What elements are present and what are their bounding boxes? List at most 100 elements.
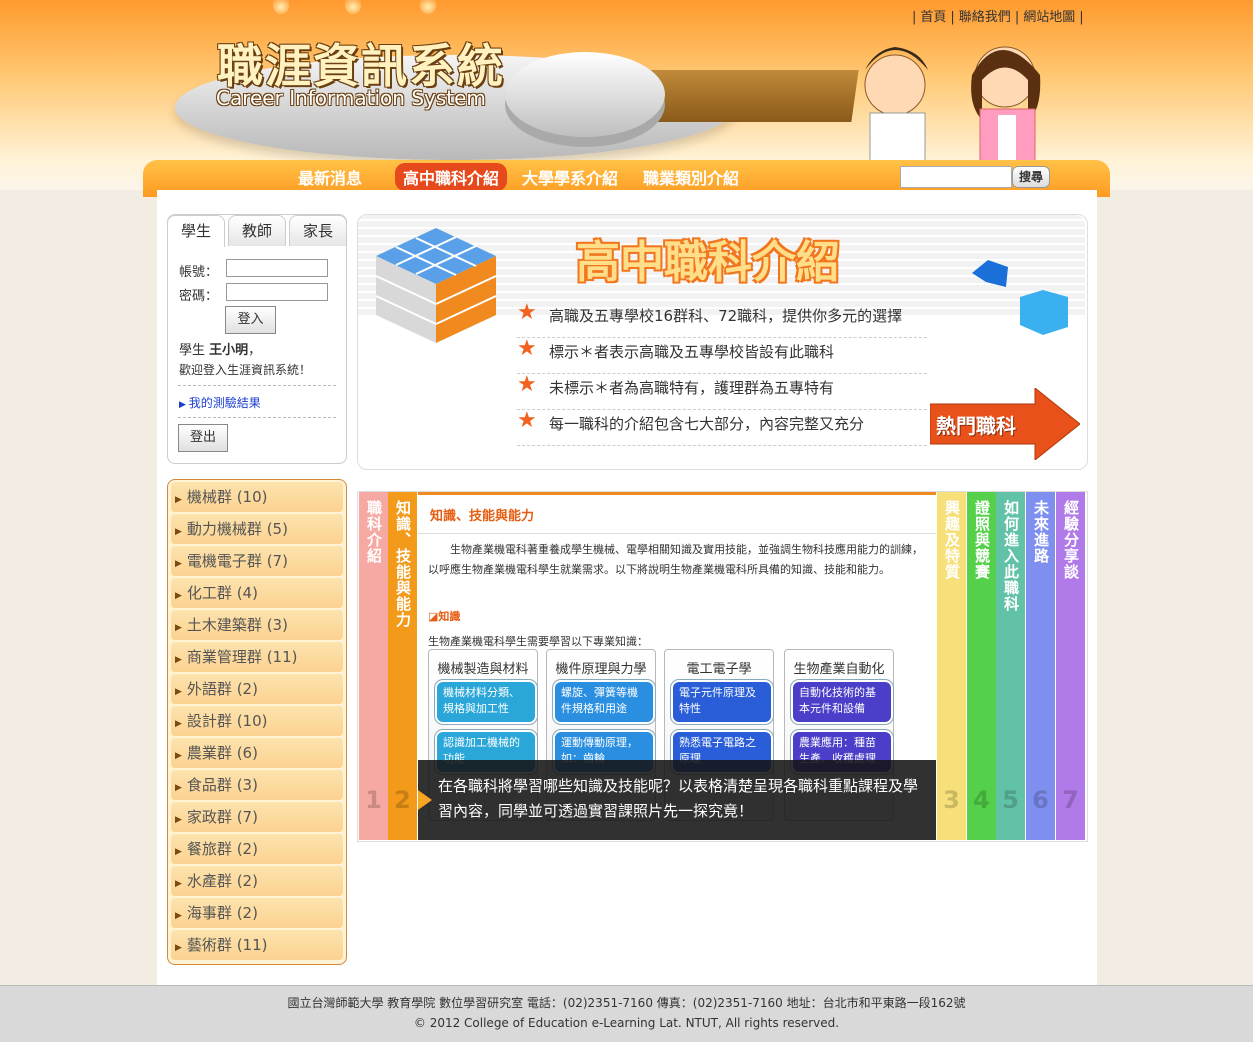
caption-text: 在各職科將學習哪些知識及技能呢？以表格清楚呈現各職科重點課程及學習內容，同學並可… (438, 777, 919, 820)
test-results-link[interactable]: ▶ 我的測驗結果 (179, 394, 261, 411)
footer-contact: 國立台灣師範大學 教育學院 數位學習研究室 電話：(02)2351-7160 傳… (287, 996, 966, 1010)
category-item[interactable]: ▶ 設計群 (10) (171, 706, 343, 736)
nav-university[interactable]: 大學學系介紹 (514, 163, 626, 191)
star-icon: ★ (517, 300, 537, 325)
panel-tab-5[interactable]: 如何進入此職科 5 (996, 492, 1025, 840)
banner-line: ★ 每一職科的介紹包含七大部分，內容完整又充分 (517, 408, 927, 446)
column-title: 機械製造與材料 (437, 662, 529, 677)
nav-highschool[interactable]: 高中職科介紹 (395, 163, 508, 191)
password-input[interactable] (226, 283, 328, 301)
account-label: 帳號： (179, 265, 219, 280)
logout-button[interactable]: 登出 (178, 424, 228, 452)
category-item[interactable]: ▶ 商業管理群 (11) (171, 642, 343, 672)
category-label: 藝術群 (11) (186, 936, 268, 954)
category-label: 商業管理群 (11) (186, 648, 298, 666)
category-label: 電機電子群 (7) (186, 552, 288, 570)
category-label: 化工群 (4) (186, 584, 258, 602)
tab-teacher[interactable]: 教師 (228, 215, 286, 246)
knowledge-item: 電子元件原理及特性 (673, 682, 771, 722)
nav-news[interactable]: 最新消息 (290, 163, 370, 191)
triangle-right-icon: ▶ (175, 655, 182, 665)
panel-tab-1[interactable]: 職科介紹 1 (359, 492, 388, 840)
search-button[interactable]: 搜尋 (1012, 166, 1050, 188)
footer: 國立台灣師範大學 教育學院 數位學習研究室 電話：(02)2351-7160 傳… (0, 985, 1253, 1042)
hot-occupations-button[interactable]: 熱門職科 (929, 386, 1081, 462)
panel-tab-number: 6 (1032, 786, 1049, 814)
triangle-right-icon: ▶ (175, 751, 182, 761)
greeting-line1: 學生 王小明， (179, 343, 262, 358)
small-cubes-icon (972, 260, 1068, 335)
category-item[interactable]: ▶ 藝術群 (11) (171, 930, 343, 960)
login-button[interactable]: 登入 (225, 306, 276, 334)
category-item[interactable]: ▶ 農業群 (6) (171, 738, 343, 768)
category-label: 食品群 (3) (186, 776, 258, 794)
triangle-right-icon: ▶ (175, 687, 182, 697)
category-label: 外語群 (2) (186, 680, 258, 698)
section-title: 知識、技能與能力 (430, 509, 535, 524)
category-label: 水產群 (2) (186, 872, 258, 890)
sitemap-link[interactable]: 網站地圖 (1023, 10, 1075, 25)
knowledge-heading: ◪知識 (428, 610, 461, 623)
category-label: 餐旅群 (2) (186, 840, 258, 858)
play-icon: ▶ (179, 400, 189, 410)
panel-tab-label: 經驗分享談 (1062, 500, 1080, 580)
panel-tab-label: 職科介紹 (365, 500, 383, 564)
triangle-right-icon: ▶ (175, 719, 182, 729)
category-label: 土木建築群 (3) (186, 616, 288, 634)
panel-tab-label: 知識、技能與能力 (394, 500, 412, 628)
footer-copyright: © 2012 College of Education e-Learning L… (413, 1016, 840, 1030)
category-item[interactable]: ▶ 化工群 (4) (171, 578, 343, 608)
category-label: 家政群 (7) (186, 808, 258, 826)
greeting-line2: 歡迎登入生涯資訊系統！ (179, 363, 312, 377)
category-item[interactable]: ▶ 電機電子群 (7) (171, 546, 343, 576)
triangle-right-icon: ▶ (175, 783, 182, 793)
star-icon: ★ (517, 336, 537, 361)
category-item[interactable]: ▶ 土木建築群 (3) (171, 610, 343, 640)
triangle-right-icon: ▶ (175, 527, 182, 537)
category-item[interactable]: ▶ 外語群 (2) (171, 674, 343, 704)
account-input[interactable] (226, 259, 328, 277)
category-item[interactable]: ▶ 食品群 (3) (171, 770, 343, 800)
panel-tab-4[interactable]: 證照與競賽 4 (967, 492, 996, 840)
triangle-right-icon: ▶ (175, 847, 182, 857)
panel-tab-label: 未來進路 (1032, 500, 1050, 564)
category-item[interactable]: ▶ 餐旅群 (2) (171, 834, 343, 864)
header-pie-graphic (505, 52, 665, 137)
category-item[interactable]: ▶ 動力機械群 (5) (171, 514, 343, 544)
banner-title: 高中職科介紹 (576, 237, 840, 288)
home-link[interactable]: 首頁 (920, 10, 946, 25)
panel-tab-number: 1 (365, 786, 382, 814)
category-item[interactable]: ▶ 海事群 (2) (171, 898, 343, 928)
panel-tab-number: 3 (943, 786, 960, 814)
panel-tab-label: 如何進入此職科 (1002, 500, 1020, 612)
panel-tab-number: 2 (394, 786, 411, 814)
panel-tab-2[interactable]: 知識、技能與能力 2 (388, 492, 417, 840)
nav-occupation[interactable]: 職業類別介紹 (635, 163, 747, 191)
knowledge-sub: 生物產業機電科學生需要學習以下專業知識： (428, 635, 648, 648)
panel-tab-7[interactable]: 經驗分享談 7 (1056, 492, 1085, 840)
category-item[interactable]: ▶ 水產群 (2) (171, 866, 343, 896)
triangle-right-icon: ▶ (175, 943, 182, 953)
divider (178, 417, 336, 418)
tab-parent[interactable]: 家長 (289, 215, 347, 246)
kids-illustration (864, 46, 1041, 160)
knowledge-item: 自動化技術的基本元件和設備 (793, 682, 891, 722)
caption-overlay: 在各職科將學習哪些知識及技能呢？以表格清楚呈現各職科重點課程及學習內容，同學並可… (418, 760, 936, 840)
search-input[interactable] (900, 166, 1012, 188)
section-title-bar: 知識、技能與能力 (418, 492, 936, 534)
category-item[interactable]: ▶ 機械群 (10) (171, 482, 343, 512)
logo-subtitle: Career Information System (216, 86, 486, 110)
tab-student[interactable]: 學生 (167, 215, 225, 247)
intro-text: 生物產業機電科著重養成學生機械、電學相關知識及實用技能，並強調生物科技應用能力的… (428, 543, 923, 576)
panel-tab-3[interactable]: 興趣及特質 3 (937, 492, 966, 840)
category-item[interactable]: ▶ 家政群 (7) (171, 802, 343, 832)
star-icon: ★ (517, 372, 537, 397)
panel-tab-6[interactable]: 未來進路 6 (1026, 492, 1055, 840)
column-title: 生物產業自動化 (793, 662, 885, 677)
triangle-right-icon: ▶ (175, 495, 182, 505)
contact-link[interactable]: 聯絡我們 (959, 10, 1011, 25)
column-title: 電工電子學 (686, 662, 752, 677)
panel-tab-number: 4 (973, 786, 990, 814)
category-label: 機械群 (10) (186, 488, 268, 506)
knowledge-item: 機械材料分類、規格與加工性 (437, 682, 535, 722)
